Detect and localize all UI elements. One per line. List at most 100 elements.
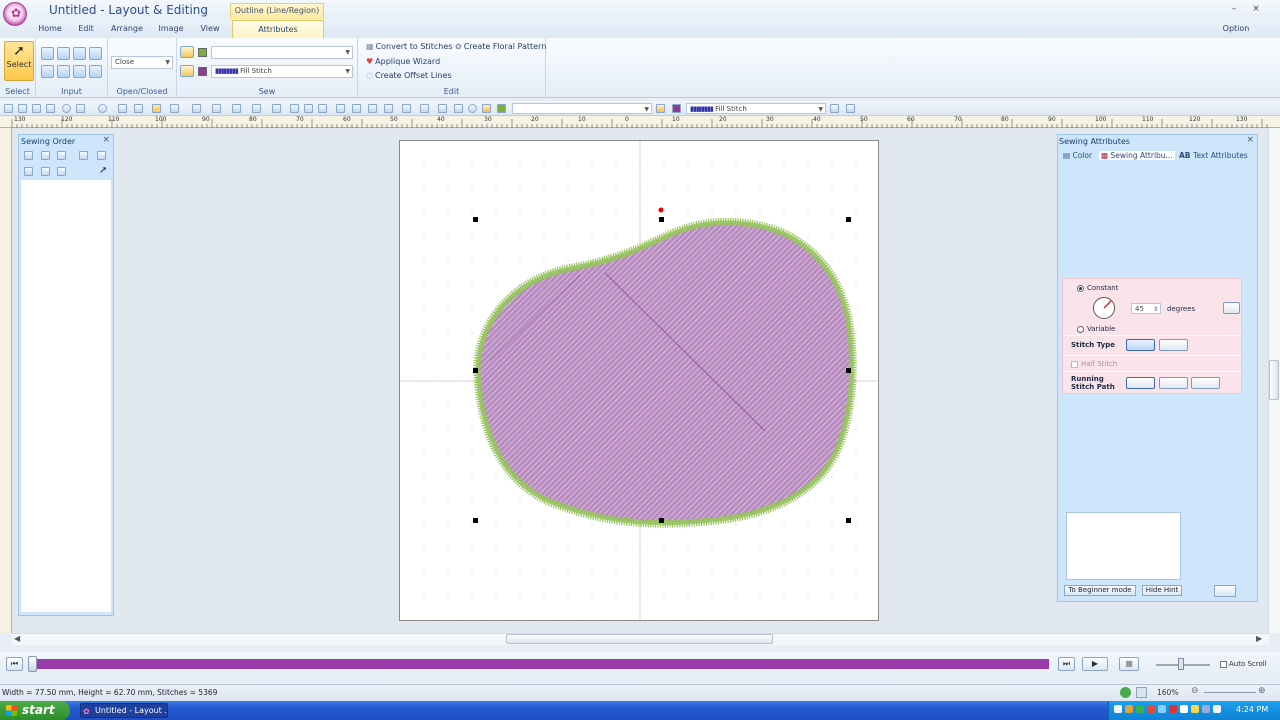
arc-input-icon[interactable]	[57, 65, 70, 78]
anchor-icon[interactable]	[402, 104, 411, 113]
circle-tool-icon[interactable]	[98, 104, 107, 113]
tab-image[interactable]: Image	[155, 20, 187, 38]
region-setting-icon[interactable]	[656, 104, 665, 113]
hand-pan-icon[interactable]	[290, 104, 299, 113]
zoom-out-icon[interactable]: ⊖	[1191, 686, 1199, 696]
ungroup-icon[interactable]	[368, 104, 377, 113]
sew-order-lock-icon[interactable]	[79, 151, 88, 160]
sew-order-thumbnail-icon[interactable]	[24, 151, 33, 160]
tab-view[interactable]: View	[195, 20, 225, 38]
sew-order-view-icon[interactable]	[97, 151, 106, 160]
pen-input-icon[interactable]	[89, 65, 102, 78]
create-floral-pattern-button[interactable]: ✿ Create Floral Pattern	[455, 42, 546, 51]
undo-icon[interactable]	[62, 104, 71, 113]
align-icon[interactable]	[336, 104, 345, 113]
angle-input[interactable]: 45 ⇕	[1131, 303, 1161, 314]
export-icon[interactable]	[134, 104, 143, 113]
tab-color[interactable]: ▤ Color	[1063, 151, 1092, 160]
toolbar-fill-type-select[interactable]: ▮▮▮▮▮▮▮▮ Fill Stitch ▼	[686, 103, 826, 114]
line-sew-icon[interactable]	[180, 46, 194, 58]
zoom-page-icon[interactable]	[1136, 687, 1147, 698]
go-start-icon[interactable]: ⏮	[6, 657, 23, 671]
scroll-right-arrow-icon[interactable]: ▶	[1256, 634, 1262, 643]
select-arrow-icon[interactable]	[152, 104, 161, 113]
selection-handle-left[interactable]	[473, 368, 478, 373]
semi-auto-icon[interactable]	[73, 47, 86, 60]
selection-handle-top[interactable]	[659, 217, 664, 222]
vertical-scroll-thumb[interactable]	[1269, 360, 1279, 400]
straight-line-icon[interactable]	[41, 47, 54, 60]
tab-edit[interactable]: Edit	[72, 20, 100, 38]
zoom-in-icon[interactable]	[212, 104, 221, 113]
sew-order-sort-icon[interactable]	[24, 167, 33, 176]
tab-text-attributes[interactable]: AB Text Attributes	[1179, 151, 1248, 160]
horizontal-scroll-thumb[interactable]	[506, 634, 773, 644]
zoom-fit-icon[interactable]	[252, 104, 261, 113]
hide-hint-button[interactable]: Hide Hint	[1142, 585, 1182, 596]
tab-home[interactable]: Home	[35, 20, 65, 38]
close-icon[interactable]: ×	[1246, 135, 1254, 145]
stitch-type-pattern-button[interactable]	[1159, 339, 1188, 351]
sew-order-color-icon[interactable]	[41, 167, 50, 176]
curve-line-icon[interactable]	[57, 47, 70, 60]
sew-order-move-icon[interactable]	[41, 151, 50, 160]
select-tool-button[interactable]: ➚ Select	[4, 41, 34, 81]
line-color-swatch[interactable]	[198, 48, 207, 57]
tab-sewing-attributes[interactable]: ▩ Sewing Attribu...	[1099, 151, 1175, 160]
flip-icon[interactable]	[454, 104, 463, 113]
close-icon[interactable]: ×	[102, 135, 110, 145]
selection-handle-top-left[interactable]	[473, 217, 478, 222]
text-tool-icon[interactable]	[170, 104, 179, 113]
auto-scroll-checkbox[interactable]: Auto Scroll	[1220, 660, 1267, 668]
distribute-icon[interactable]	[420, 104, 429, 113]
taskbar-item-layout-editing[interactable]: ✿ Untitled - Layout ...	[80, 703, 168, 718]
scroll-left-arrow-icon[interactable]: ◀	[14, 634, 20, 643]
tray-icon[interactable]	[1147, 705, 1155, 713]
selection-handle-bottom-right[interactable]	[846, 518, 851, 523]
measure-icon[interactable]	[304, 104, 313, 113]
create-offset-lines-button[interactable]: ◌ Create Offset Lines	[366, 71, 452, 80]
go-end-icon[interactable]: ⏭	[1058, 657, 1075, 671]
direction-dial-icon[interactable]	[1092, 296, 1116, 320]
selection-handle-right[interactable]	[846, 368, 851, 373]
line-color-icon[interactable]	[497, 104, 506, 113]
start-button[interactable]: start	[0, 701, 70, 720]
tray-icon[interactable]	[1114, 705, 1122, 713]
save-icon[interactable]	[32, 104, 41, 113]
design-canvas[interactable]	[399, 140, 880, 622]
tray-icon[interactable]	[1180, 705, 1188, 713]
toolbar-line-type-select[interactable]: ▼	[512, 103, 652, 114]
curve-input-icon[interactable]	[41, 65, 54, 78]
import-icon[interactable]	[118, 104, 127, 113]
tray-icon[interactable]	[1125, 705, 1133, 713]
selection-handle-bottom[interactable]	[659, 518, 664, 523]
running-path-arc-button[interactable]	[1191, 377, 1220, 389]
zoom-out-icon[interactable]	[232, 104, 241, 113]
running-path-curve-button[interactable]	[1159, 377, 1188, 389]
sew-order-group-icon[interactable]	[57, 167, 66, 176]
tray-icon[interactable]	[1136, 705, 1144, 713]
selection-handle-top-right[interactable]	[846, 217, 851, 222]
panel-settings-icon[interactable]	[1214, 585, 1236, 597]
running-path-straight-button[interactable]	[1126, 377, 1155, 389]
beginner-mode-button[interactable]: To Beginner mode	[1064, 585, 1136, 596]
stitch-type-fill-button[interactable]	[1126, 339, 1155, 351]
arrange-icon[interactable]	[384, 104, 393, 113]
tray-icon[interactable]	[1169, 705, 1177, 713]
fill-color-icon[interactable]	[672, 104, 681, 113]
sew-setting-icon[interactable]	[482, 104, 491, 113]
fill-color-swatch[interactable]	[198, 67, 207, 76]
open-icon[interactable]	[18, 104, 27, 113]
speed-slider-handle[interactable]	[1178, 658, 1184, 670]
redo-icon[interactable]	[76, 104, 85, 113]
app-logo-button[interactable]: ✿	[3, 2, 27, 26]
region-sew-type-select[interactable]: ▮▮▮▮▮▮▮▮ Fill Stitch ▼	[211, 65, 353, 78]
rotate-icon[interactable]	[468, 104, 477, 113]
tab-attributes[interactable]: Attributes	[232, 20, 324, 38]
zoom-in-icon[interactable]: ⊕	[1258, 686, 1266, 696]
embroidery-region-fill[interactable]	[475, 220, 855, 526]
design-drawing[interactable]	[400, 141, 880, 622]
print-icon[interactable]	[46, 104, 55, 113]
stop-icon[interactable]: ■	[1119, 657, 1139, 671]
new-icon[interactable]	[4, 104, 13, 113]
